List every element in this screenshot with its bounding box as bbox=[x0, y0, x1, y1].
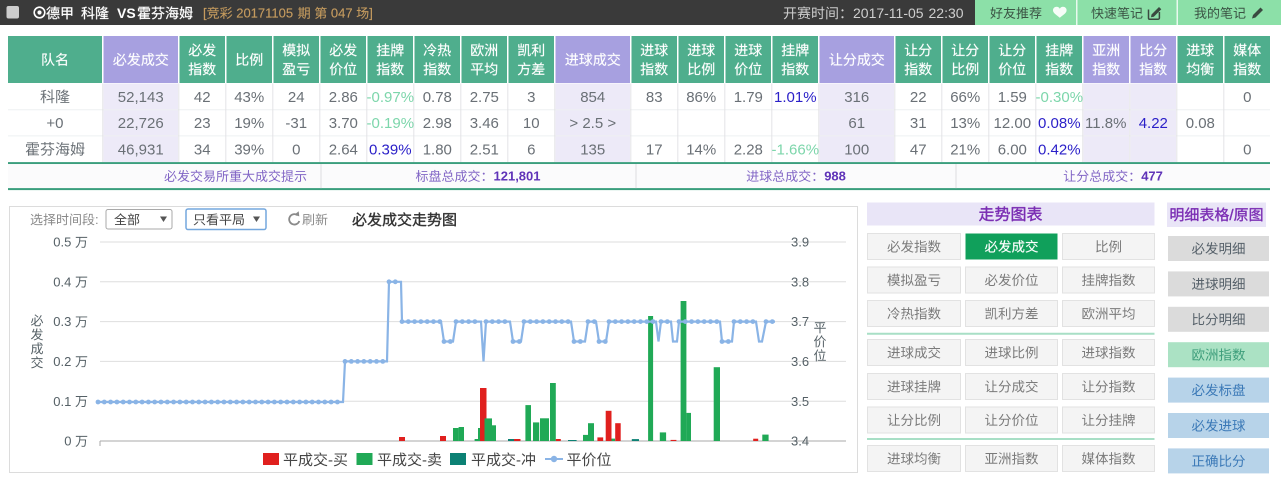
svg-text:52,143: 52,143 bbox=[118, 89, 164, 106]
svg-text:0: 0 bbox=[64, 434, 71, 449]
svg-text:0.1: 0.1 bbox=[53, 394, 71, 409]
svg-text:0.3: 0.3 bbox=[53, 314, 71, 329]
svg-text:1.80: 1.80 bbox=[423, 141, 452, 158]
svg-text:42: 42 bbox=[194, 89, 211, 106]
svg-text:>: > bbox=[569, 115, 578, 132]
svg-text:19%: 19% bbox=[234, 115, 264, 132]
svg-text:83: 83 bbox=[646, 89, 663, 106]
svg-text:17: 17 bbox=[646, 141, 663, 158]
svg-text:12.00: 12.00 bbox=[994, 115, 1032, 132]
svg-text:135: 135 bbox=[580, 141, 605, 158]
svg-text:+0: +0 bbox=[46, 115, 63, 132]
svg-text:46,931: 46,931 bbox=[118, 141, 164, 158]
svg-text:13%: 13% bbox=[950, 115, 980, 132]
svg-text:-: - bbox=[328, 452, 333, 469]
svg-text:6: 6 bbox=[527, 141, 535, 158]
svg-text:-31: -31 bbox=[285, 115, 307, 132]
svg-text:-: - bbox=[422, 452, 427, 469]
svg-text:6.00: 6.00 bbox=[998, 141, 1027, 158]
svg-text:121,801: 121,801 bbox=[494, 169, 541, 184]
svg-text:24: 24 bbox=[288, 89, 305, 106]
svg-text:316: 316 bbox=[844, 89, 869, 106]
svg-text:2.98: 2.98 bbox=[423, 115, 452, 132]
svg-text:>: > bbox=[607, 115, 616, 132]
svg-text:0.39%: 0.39% bbox=[369, 141, 412, 158]
svg-text:0: 0 bbox=[292, 141, 300, 158]
svg-text:2.64: 2.64 bbox=[329, 141, 358, 158]
svg-text:3.7: 3.7 bbox=[791, 314, 809, 329]
svg-text:10: 10 bbox=[523, 115, 540, 132]
svg-text:-0.97%: -0.97% bbox=[367, 89, 415, 106]
svg-text:43%: 43% bbox=[234, 89, 264, 106]
svg-text:14%: 14% bbox=[686, 141, 716, 158]
svg-text:-0.30%: -0.30% bbox=[1036, 89, 1084, 106]
svg-text:0.08: 0.08 bbox=[1186, 115, 1215, 132]
svg-text:3.4: 3.4 bbox=[791, 434, 809, 449]
svg-text:3.8: 3.8 bbox=[791, 274, 809, 289]
svg-text:1.01%: 1.01% bbox=[774, 89, 817, 106]
svg-text:0.08%: 0.08% bbox=[1038, 115, 1081, 132]
svg-text:-: - bbox=[516, 452, 521, 469]
svg-text:34: 34 bbox=[194, 141, 211, 158]
svg-text:0: 0 bbox=[1243, 141, 1251, 158]
svg-text::: : bbox=[95, 212, 99, 227]
svg-text:2.86: 2.86 bbox=[329, 89, 358, 106]
svg-text:]: ] bbox=[369, 6, 373, 21]
svg-text:61: 61 bbox=[848, 115, 865, 132]
svg-text:0.42%: 0.42% bbox=[1038, 141, 1081, 158]
svg-text:3.5: 3.5 bbox=[791, 394, 809, 409]
svg-text:21%: 21% bbox=[950, 141, 980, 158]
svg-text:988: 988 bbox=[824, 169, 846, 184]
svg-text:3.6: 3.6 bbox=[791, 354, 809, 369]
svg-text:47: 47 bbox=[910, 141, 927, 158]
svg-text:1.79: 1.79 bbox=[734, 89, 763, 106]
svg-text:3.46: 3.46 bbox=[470, 115, 499, 132]
svg-text:20171105: 20171105 bbox=[236, 6, 293, 21]
svg-text:VS: VS bbox=[117, 5, 136, 21]
svg-text:2017-11-05: 2017-11-05 bbox=[853, 5, 924, 21]
svg-text:2.28: 2.28 bbox=[734, 141, 763, 158]
svg-text:2.5: 2.5 bbox=[582, 115, 603, 132]
svg-text:0: 0 bbox=[1243, 89, 1251, 106]
svg-text:[: [ bbox=[203, 6, 207, 21]
svg-text:047: 047 bbox=[331, 6, 353, 21]
svg-text:2.51: 2.51 bbox=[470, 141, 499, 158]
svg-text:-0.19%: -0.19% bbox=[367, 115, 415, 132]
svg-text:22:30: 22:30 bbox=[929, 5, 964, 21]
svg-text:100: 100 bbox=[844, 141, 869, 158]
svg-text:477: 477 bbox=[1141, 169, 1163, 184]
svg-text:-1.66%: -1.66% bbox=[772, 141, 820, 158]
svg-text:0.78: 0.78 bbox=[423, 89, 452, 106]
svg-text:854: 854 bbox=[580, 89, 605, 106]
svg-text:3.70: 3.70 bbox=[329, 115, 358, 132]
svg-text:86%: 86% bbox=[686, 89, 716, 106]
svg-text:0.2: 0.2 bbox=[53, 354, 71, 369]
svg-text:0.4: 0.4 bbox=[53, 274, 71, 289]
svg-text:4.22: 4.22 bbox=[1139, 115, 1168, 132]
svg-text:22: 22 bbox=[910, 89, 927, 106]
svg-text:2.75: 2.75 bbox=[470, 89, 499, 106]
svg-text:1.59: 1.59 bbox=[998, 89, 1027, 106]
svg-text:0.5: 0.5 bbox=[53, 235, 71, 250]
svg-text:23: 23 bbox=[194, 115, 211, 132]
svg-text:11.8%: 11.8% bbox=[1085, 115, 1126, 132]
svg-text:22,726: 22,726 bbox=[118, 115, 164, 132]
svg-text:3.9: 3.9 bbox=[791, 235, 809, 250]
svg-text:66%: 66% bbox=[950, 89, 980, 106]
svg-text:39%: 39% bbox=[234, 141, 264, 158]
svg-text:3: 3 bbox=[527, 89, 535, 106]
svg-text:31: 31 bbox=[910, 115, 927, 132]
